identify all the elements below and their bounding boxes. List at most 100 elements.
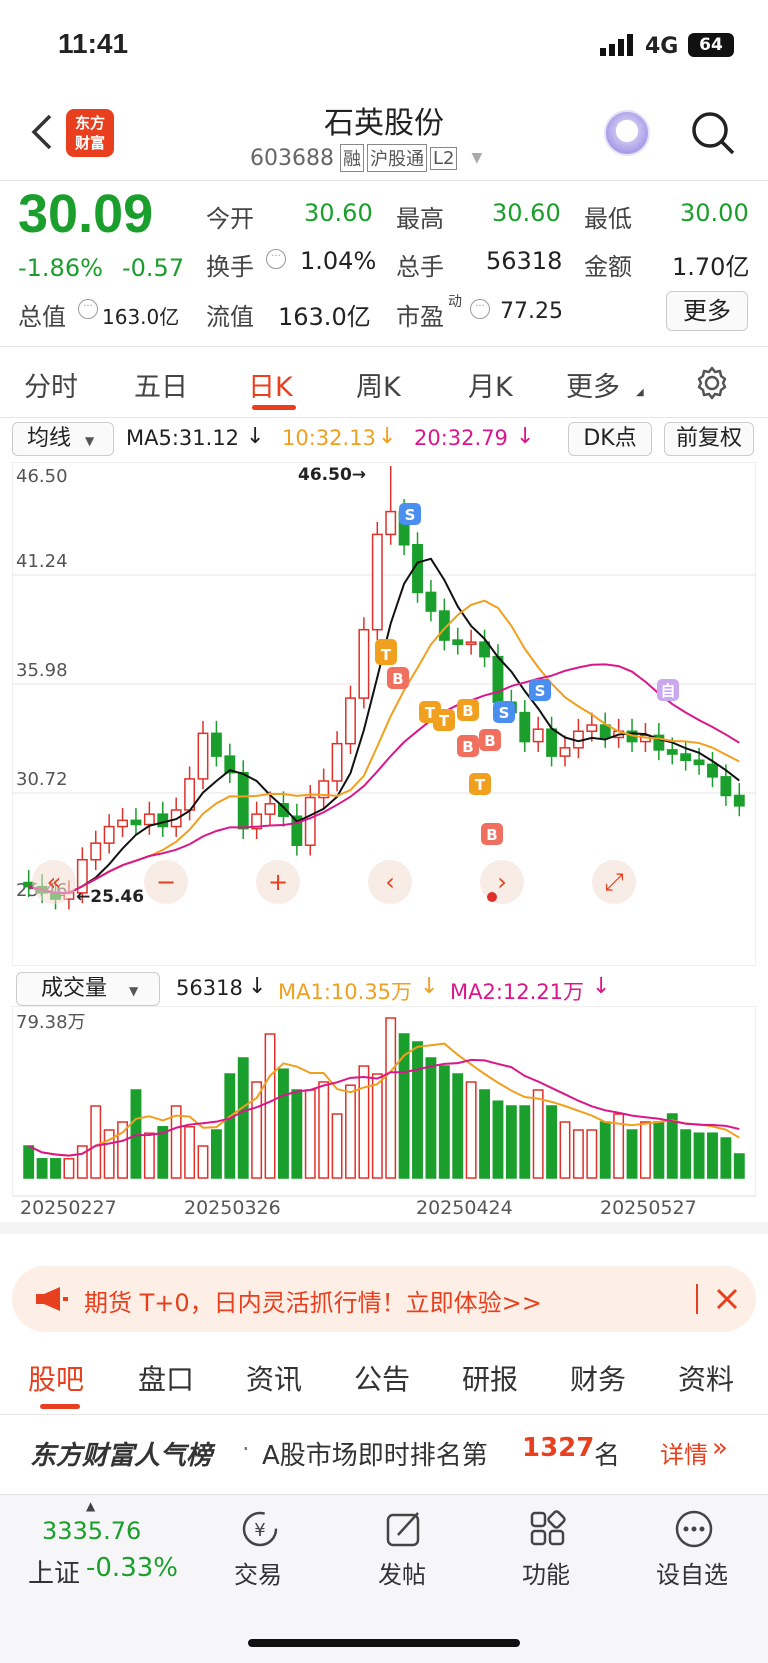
candle-body [358, 628, 370, 699]
volume-max-label: 79.38万 [16, 1012, 86, 1033]
promo-banner[interactable]: 期货 T+0，日内灵活抓行情！立即体验>> [12, 1266, 756, 1332]
volume-bar [36, 1158, 48, 1179]
stat-low-label: 最低 [584, 205, 632, 233]
volume-bar [666, 1113, 678, 1179]
edit-icon [384, 1509, 424, 1549]
header: 东方 财富 石英股份 603688 融 沪股通 L2 ▼ [0, 90, 768, 178]
tab-financials[interactable]: 财务 [570, 1358, 626, 1398]
tag-connect: 沪股通 [366, 144, 427, 172]
volume-bar [505, 1105, 517, 1179]
volume-bar [599, 1121, 611, 1179]
rank-brand: 东方财富人气榜 [30, 1441, 213, 1471]
nav-add-watchlist[interactable]: 设自选 [650, 1505, 740, 1589]
latest-dot [487, 892, 497, 902]
search-icon[interactable] [690, 110, 736, 156]
index-change[interactable]: -0.33% [86, 1553, 178, 1583]
dropdown-icon[interactable]: ▼ [471, 150, 482, 166]
change-value: -0.57 [122, 254, 185, 282]
double-chevron-icon[interactable]: » [712, 1433, 728, 1463]
tag-margin: 融 [339, 144, 364, 172]
volume-bar [210, 1129, 222, 1179]
volume-bar: 成交量 ▼ 56318 ↓ MA1:10.35万 ↓ MA2:12.21万 ↓ [0, 968, 768, 1008]
robot-avatar[interactable] [604, 110, 650, 156]
stat-turnover-value: 1.04% [300, 247, 377, 275]
settings-gear-icon[interactable] [694, 365, 730, 401]
volume-bar [23, 1145, 35, 1179]
info-icon[interactable]: ··· [266, 249, 286, 269]
rank-suffix: 名 [594, 1441, 621, 1471]
svg-text:¥: ¥ [254, 1520, 265, 1541]
down-arrow-icon: ↓ [246, 424, 265, 449]
info-icon[interactable]: ··· [78, 299, 98, 319]
volume-bar [358, 1065, 370, 1179]
period-tabs: 分时 五日 日K 周K 月K 更多 ◢ [0, 347, 768, 417]
down-arrow-icon: ↓ [420, 974, 439, 999]
down-arrow-icon: ↓ [592, 974, 611, 999]
stat-volume-value: 56318 [486, 247, 563, 275]
volume-bar [546, 1105, 558, 1179]
ma-selector-label: 均线 [27, 426, 72, 451]
tab-forum[interactable]: 股吧 [28, 1358, 84, 1398]
corner-triangle-icon: ◢ [636, 387, 644, 398]
tab-five-day[interactable]: 五日 [134, 365, 188, 404]
volume-selector[interactable]: 成交量 ▼ [16, 972, 160, 1006]
close-icon[interactable] [712, 1284, 742, 1314]
candle-body [680, 753, 692, 762]
tab-daily-k[interactable]: 日K [248, 365, 293, 404]
popularity-rank[interactable]: 东方财富人气榜 · A股市场即时排名第 1327 名 详情 » [0, 1415, 768, 1485]
y-tick-label: 41.24 [16, 551, 68, 572]
ma-selector[interactable]: 均线 ▼ [12, 422, 114, 456]
signal-badge-label: B [462, 702, 473, 720]
volume-bar [304, 1089, 316, 1179]
candle-body [237, 771, 249, 830]
more-button[interactable]: 更多 [666, 291, 748, 331]
volume-chart[interactable]: 79.38万 20250227 20250326 20250424 20250527 [12, 1006, 756, 1220]
rank-detail-link[interactable]: 详情 [660, 1435, 708, 1470]
candle-body [492, 655, 504, 703]
volume-ma2: MA2:12.21万 [450, 980, 585, 1004]
kline-chart[interactable]: 46.5041.2435.9830.7225.4646.50→←25.46SBT… [12, 462, 756, 966]
high-label: 46.50→ [298, 465, 366, 485]
volume-bar [479, 1089, 490, 1179]
next-icon-glyph: › [497, 868, 507, 896]
candle-body [452, 639, 464, 645]
forward-adjust-button[interactable]: 前复权 [664, 422, 754, 456]
volume-bar [345, 1084, 356, 1179]
volume-bar [371, 1073, 383, 1179]
volume-selector-label: 成交量 [41, 976, 108, 1001]
nav-post[interactable]: 发帖 [364, 1505, 444, 1589]
nav-trade[interactable]: ¥ 交易 [220, 1505, 300, 1589]
dk-point-button[interactable]: DK点 [568, 422, 652, 456]
tab-monthly-k[interactable]: 月K [468, 365, 513, 404]
index-value[interactable]: 3335.76 [42, 1517, 141, 1545]
low-label: ←25.46 [76, 887, 144, 907]
candle-body [666, 749, 678, 755]
tab-announcements[interactable]: 公告 [354, 1358, 410, 1398]
index-name[interactable]: 上证 [28, 1553, 80, 1590]
yen-exchange-icon: ¥ [240, 1509, 280, 1549]
nav-functions[interactable]: 功能 [508, 1505, 588, 1589]
float-label: 流值 [206, 303, 254, 331]
grid-icon [528, 1509, 568, 1549]
volume-bar [586, 1129, 598, 1179]
candle-body [733, 794, 745, 807]
candle-body [157, 813, 169, 828]
banner-text: 期货 T+0，日内灵活抓行情！立即体验>> [84, 1289, 542, 1317]
tab-profile[interactable]: 资料 [678, 1358, 734, 1398]
prev-icon-glyph: ‹ [385, 868, 395, 896]
volume-bar [680, 1129, 692, 1179]
tab-more[interactable]: 更多 [566, 365, 620, 404]
stock-code: 603688 [250, 145, 334, 171]
tab-intraday[interactable]: 分时 [24, 365, 78, 404]
volume-bar [492, 1100, 504, 1179]
candle-body [371, 533, 383, 631]
volume-bar [452, 1073, 464, 1179]
tab-weekly-k[interactable]: 周K [356, 365, 401, 404]
tab-research[interactable]: 研报 [462, 1358, 518, 1398]
tab-news[interactable]: 资讯 [246, 1358, 302, 1398]
y-tick-label: 35.98 [16, 660, 68, 681]
info-icon[interactable]: ··· [470, 299, 490, 319]
tab-orderbook[interactable]: 盘口 [138, 1358, 194, 1398]
volume-bar [640, 1121, 651, 1179]
stat-amount-label: 金额 [584, 253, 632, 281]
